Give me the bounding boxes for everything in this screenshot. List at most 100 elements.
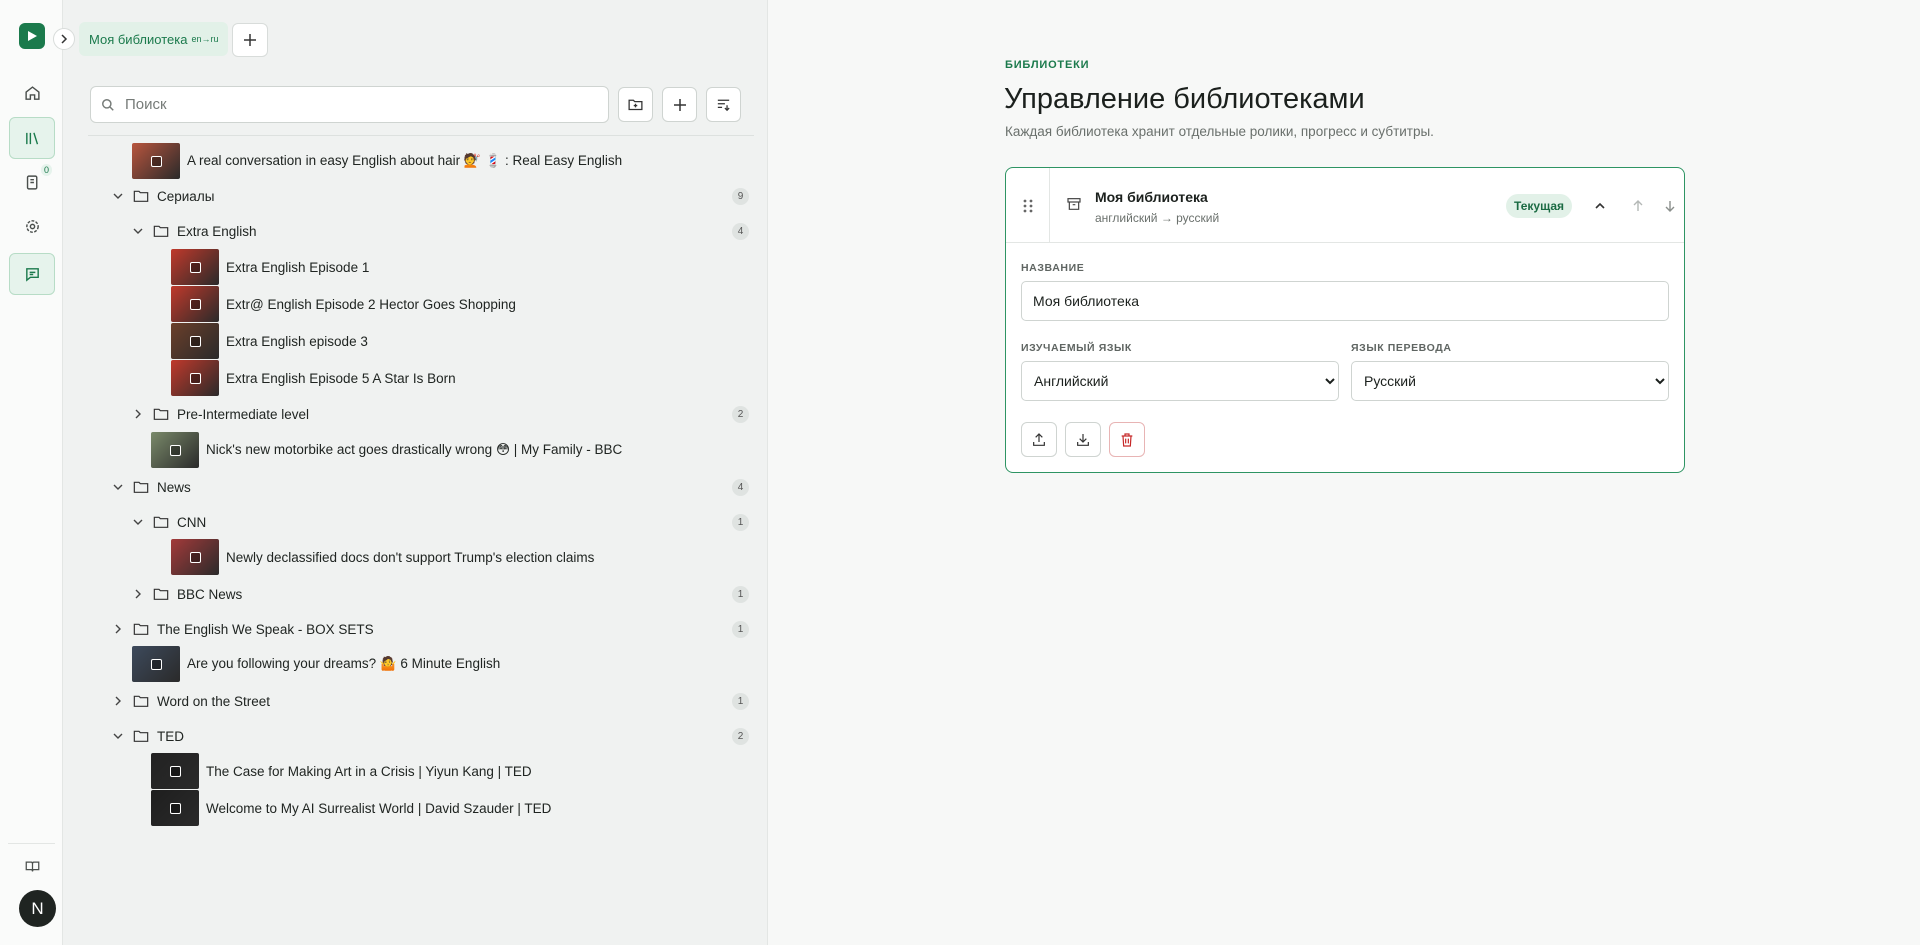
tree-folder[interactable]: News: [111, 472, 191, 502]
name-label: НАЗВАНИЕ: [1021, 262, 1085, 274]
tree-video-item[interactable]: Extr@ English Episode 2 Hector Goes Shop…: [171, 286, 516, 322]
tree-video-item[interactable]: Welcome to My AI Surrealist World | Davi…: [151, 790, 551, 826]
tree-video-item[interactable]: Newly declassified docs don't support Tr…: [171, 539, 594, 575]
tree-video-item[interactable]: A real conversation in easy English abou…: [132, 143, 623, 179]
library-name: Моя библиотека: [1095, 189, 1208, 205]
tree-folder[interactable]: TED: [111, 721, 184, 751]
study-language-label: ИЗУЧАЕМЫЙ ЯЗЫК: [1021, 342, 1132, 354]
translation-language-select[interactable]: Русский: [1351, 361, 1669, 401]
arrow-down-icon: [1665, 201, 1675, 212]
folder-icon: [153, 225, 169, 237]
chevron-down-icon: [133, 228, 143, 234]
tree-folder[interactable]: CNN: [131, 507, 206, 537]
folder-count-badge: 1: [732, 514, 749, 531]
archive-icon: [1067, 198, 1081, 210]
tree-video-item[interactable]: Extra English Episode 1: [171, 249, 369, 285]
folder-toggle[interactable]: [131, 226, 145, 236]
tree-folder[interactable]: The English We Speak - BOX SETS: [111, 614, 374, 644]
nav-subtitles[interactable]: [9, 253, 55, 295]
video-thumbnail: [171, 249, 219, 285]
delete-library-button[interactable]: [1109, 422, 1145, 457]
folder-toggle[interactable]: [131, 409, 145, 419]
tree-video-item[interactable]: Extra English episode 3: [171, 323, 368, 359]
tree-folder[interactable]: Extra English: [131, 216, 257, 246]
tree-folder[interactable]: Pre-Intermediate level: [131, 399, 309, 429]
folder-toggle[interactable]: [111, 191, 125, 201]
add-library-button[interactable]: [232, 23, 268, 57]
arrow-up-icon: [1633, 200, 1643, 211]
search-icon: [102, 98, 114, 111]
play-icon: [189, 335, 201, 347]
new-folder-button[interactable]: [618, 87, 653, 122]
folder-toggle[interactable]: [111, 696, 125, 706]
tree-folder[interactable]: Сериалы: [111, 181, 214, 211]
video-title: The Case for Making Art in a Crisis | Yi…: [206, 763, 532, 779]
tree-video-item[interactable]: Nick's new motorbike act goes drasticall…: [151, 432, 622, 468]
play-icon: [169, 765, 181, 777]
play-logo-icon: [28, 31, 37, 41]
library-card: Моя библиотека английский → русский Теку…: [1005, 167, 1685, 473]
study-language-select[interactable]: Английский: [1021, 361, 1339, 401]
drag-handle[interactable]: [1006, 168, 1050, 243]
nav-libraries[interactable]: [9, 117, 55, 159]
play-icon: [150, 155, 162, 167]
download-icon: [1077, 433, 1089, 446]
folder-toggle[interactable]: [131, 517, 145, 527]
chevron-down-icon: [113, 484, 123, 490]
add-video-button[interactable]: [662, 87, 697, 122]
library-tab[interactable]: Моя библиотека en→ru: [79, 22, 229, 56]
tree-video-item[interactable]: The Case for Making Art in a Crisis | Yi…: [151, 753, 532, 789]
section-eyebrow: БИБЛИОТЕКИ: [1005, 59, 1090, 71]
folder-icon-wrap: [153, 407, 169, 421]
search-input[interactable]: [123, 95, 593, 114]
folder-icon-wrap: [153, 587, 169, 601]
folder-toggle[interactable]: [111, 624, 125, 634]
sort-list-button[interactable]: [706, 87, 741, 122]
folder-toggle[interactable]: [111, 482, 125, 492]
library-icon: [25, 132, 38, 144]
export-button[interactable]: [1021, 422, 1057, 457]
collapse-card-button[interactable]: [1589, 195, 1611, 217]
move-up-button[interactable]: [1627, 195, 1649, 217]
nav-home[interactable]: [9, 72, 55, 114]
app-logo[interactable]: [19, 23, 45, 49]
folder-title: Pre-Intermediate level: [177, 406, 310, 422]
avatar[interactable]: N: [19, 890, 56, 927]
video-title: A real conversation in easy English abou…: [187, 153, 623, 168]
tree-folder[interactable]: BBC News: [131, 579, 242, 609]
translation-language-label: ЯЗЫК ПЕРЕВОДА: [1351, 342, 1452, 354]
rail-divider: [8, 843, 55, 844]
collapse-sidebar-button[interactable]: [53, 28, 75, 50]
folder-icon: [133, 190, 149, 202]
folder-title: Сериалы: [157, 188, 215, 204]
folder-count-badge: 1: [732, 586, 749, 603]
tree-video-item[interactable]: Are you following your dreams? 🤷 6 Minut…: [132, 646, 500, 682]
library-tab-name: Моя библиотека: [89, 31, 188, 47]
folder-count-badge: 2: [732, 406, 749, 423]
folder-toggle[interactable]: [111, 731, 125, 741]
folder-icon: [153, 408, 169, 420]
nav-settings[interactable]: [9, 205, 55, 247]
chevron-right-icon: [61, 34, 68, 44]
video-thumbnail: [171, 360, 219, 396]
play-icon: [189, 261, 201, 273]
gear-icon: [25, 219, 39, 233]
nav-rail: 0 N: [0, 0, 63, 945]
folder-count-badge: 4: [732, 223, 749, 240]
notebook-icon: [26, 174, 37, 190]
import-button[interactable]: [1065, 422, 1101, 457]
video-title: Extra English episode 3: [226, 333, 368, 349]
upload-icon: [1033, 432, 1045, 446]
library-name-field[interactable]: [1021, 281, 1669, 321]
folder-count-badge: 9: [732, 188, 749, 205]
tree-folder[interactable]: Word on the Street: [111, 686, 270, 716]
library-card-header: Моя библиотека английский → русский Теку…: [1006, 168, 1684, 243]
move-down-button[interactable]: [1659, 195, 1681, 217]
video-title: Extr@ English Episode 2 Hector Goes Shop…: [226, 296, 516, 312]
folder-toggle[interactable]: [131, 589, 145, 599]
nav-docs[interactable]: [9, 845, 55, 887]
folder-title: Word on the Street: [157, 693, 271, 709]
chevron-down-icon: [113, 733, 123, 739]
folder-icon: [133, 623, 149, 635]
tree-video-item[interactable]: Extra English Episode 5 A Star Is Born: [171, 360, 456, 396]
